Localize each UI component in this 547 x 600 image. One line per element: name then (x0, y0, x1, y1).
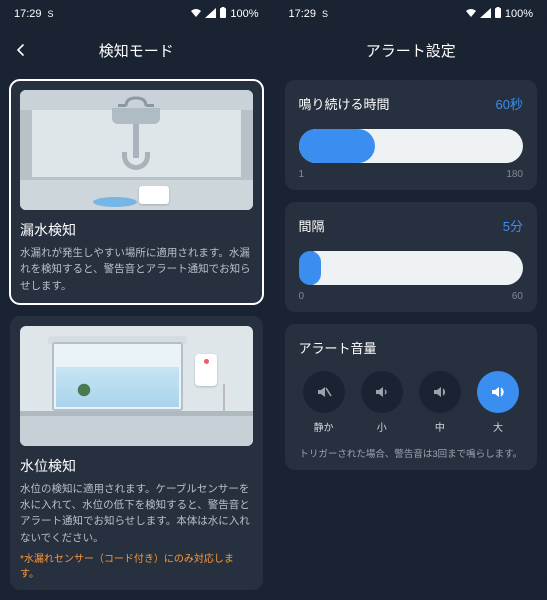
interval-value: 5分 (503, 216, 523, 235)
status-indicator: S (322, 9, 328, 19)
mode-card-leak[interactable]: 漏水検知 水漏れが発生しやすい場所に適用されます。水漏れを検知すると、警告音とア… (10, 80, 263, 304)
page-title: アラート設定 (366, 40, 456, 61)
card-title: 水位検知 (20, 456, 253, 476)
card-title: 漏水検知 (20, 220, 253, 240)
duration-label: 鳴り続ける時間 (299, 94, 390, 113)
signal-icon (480, 8, 491, 21)
mode-card-waterlevel[interactable]: 水位検知 水位の検知に適用されます。ケーブルセンサーを水に入れて、水位の低下を検… (10, 316, 263, 590)
duration-min: 1 (299, 169, 305, 180)
status-time: 17:29 (289, 8, 317, 20)
duration-slider[interactable] (299, 129, 524, 163)
interval-label: 間隔 (299, 216, 325, 235)
interval-max: 60 (512, 291, 523, 302)
duration-value: 60秒 (496, 94, 523, 113)
page-title: 検知モード (99, 40, 174, 61)
volume-setting: アラート音量 静か 小 中 (285, 324, 538, 470)
signal-icon (205, 8, 216, 21)
status-time: 17:29 (14, 8, 42, 20)
card-note: *水漏れセンサー（コード付き）にのみ対応します。 (20, 550, 253, 580)
status-bar: 17:29 S 100% (0, 0, 273, 28)
volume-label: 静か (314, 419, 334, 434)
battery-icon (494, 7, 502, 21)
app-header: アラート設定 (275, 28, 547, 72)
battery-text: 100% (230, 8, 258, 20)
interval-min: 0 (299, 291, 305, 302)
card-desc: 水位の検知に適用されます。ケーブルセンサーを水に入れて、水位の低下を検知すると、… (20, 481, 253, 546)
right-phone-screen: 17:29 S 100% アラート設定 鳴り続ける時間 60秒 1 180 (275, 0, 547, 600)
interval-setting: 間隔 5分 0 60 (285, 202, 538, 312)
volume-label: 中 (435, 419, 445, 434)
volume-note: トリガーされた場合、警告音は3回まで鳴らします。 (299, 446, 524, 460)
app-header: 検知モード (0, 28, 273, 72)
volume-title: アラート音量 (299, 338, 524, 357)
left-phone-screen: 17:29 S 100% 検知モード (0, 0, 273, 600)
volume-label: 大 (493, 419, 503, 434)
volume-mid-button[interactable] (419, 371, 461, 413)
volume-high-button[interactable] (477, 371, 519, 413)
status-bar: 17:29 S 100% (275, 0, 547, 28)
duration-setting: 鳴り続ける時間 60秒 1 180 (285, 80, 538, 190)
back-button[interactable] (10, 39, 32, 61)
status-indicator: S (48, 9, 54, 19)
interval-slider[interactable] (299, 251, 524, 285)
battery-icon (219, 7, 227, 21)
wifi-icon (465, 8, 477, 21)
duration-max: 180 (506, 169, 523, 180)
wifi-icon (190, 8, 202, 21)
volume-low-button[interactable] (361, 371, 403, 413)
leak-illustration (20, 90, 253, 210)
waterlevel-illustration (20, 326, 253, 446)
battery-text: 100% (505, 8, 533, 20)
volume-mute-button[interactable] (303, 371, 345, 413)
volume-label: 小 (377, 419, 387, 434)
card-desc: 水漏れが発生しやすい場所に適用されます。水漏れを検知すると、警告音とアラート通知… (20, 245, 253, 294)
